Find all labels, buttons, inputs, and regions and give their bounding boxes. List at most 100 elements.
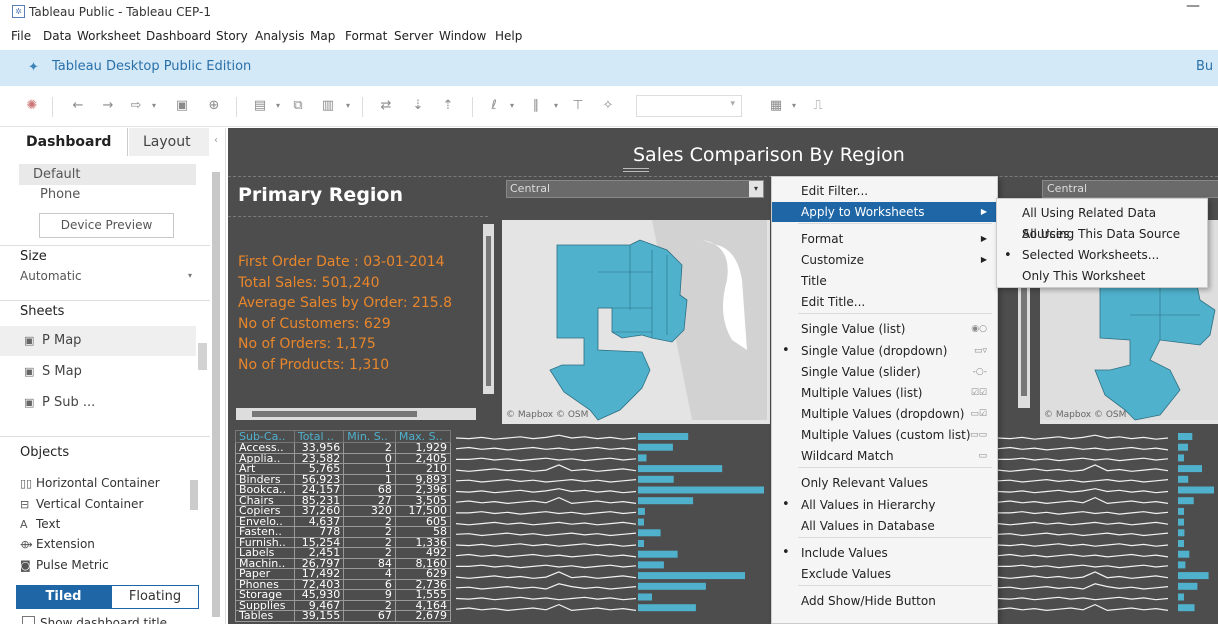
menu-worksheet[interactable]: Worksheet bbox=[77, 29, 141, 43]
object-pulse-metric[interactable]: ◙ Pulse Metric bbox=[20, 558, 109, 572]
banner-right-label[interactable]: Bu bbox=[1196, 59, 1213, 74]
sales-bar[interactable] bbox=[1178, 550, 1190, 558]
submenu-item-all-using-related-data-sources[interactable]: All Using Related Data Sources bbox=[997, 203, 1207, 241]
table-row[interactable]: Supplies 9,467 2 4,164 bbox=[235, 599, 452, 611]
menu-item-exclude-values[interactable]: Exclude Values bbox=[772, 564, 997, 584]
menu-map[interactable]: Map bbox=[310, 29, 335, 43]
scroll-thumb[interactable] bbox=[486, 236, 491, 386]
chevron-down-icon[interactable]: ▾ bbox=[188, 271, 192, 280]
table-row[interactable]: Envelo.. 4,637 2 605 bbox=[235, 515, 452, 527]
collapse-pane-icon[interactable]: ‹ bbox=[214, 135, 218, 146]
sparkline[interactable] bbox=[456, 532, 637, 537]
submenu-item-only-this-worksheet[interactable]: Only This Worksheet bbox=[997, 266, 1207, 287]
sparkline[interactable] bbox=[456, 583, 637, 590]
chevron-down-icon[interactable]: ▾ bbox=[146, 98, 162, 114]
minimize-button[interactable]: — bbox=[1186, 0, 1200, 14]
menu-item-multiple-values-custom-list[interactable]: Multiple Values (custom list) ▭▭ bbox=[772, 425, 997, 445]
sales-bar[interactable] bbox=[1178, 604, 1195, 612]
sales-bar[interactable] bbox=[638, 443, 673, 451]
objects-scrollbar[interactable] bbox=[190, 480, 198, 510]
table-row[interactable]: Access.. 33,956 2 1,929 bbox=[235, 442, 452, 454]
sales-bar[interactable] bbox=[1178, 582, 1198, 590]
pin-icon[interactable]: ✦ bbox=[28, 60, 39, 75]
menu-item-multiple-values-dropdown[interactable]: Multiple Values (dropdown) ▭☑ bbox=[772, 404, 997, 424]
sparkline[interactable] bbox=[998, 532, 1169, 537]
sparkline[interactable] bbox=[456, 446, 637, 451]
replay-icon[interactable]: ⇨ bbox=[128, 98, 144, 114]
sheet-item[interactable]: ▣ P Sub ... bbox=[0, 388, 196, 418]
menu-window[interactable]: Window bbox=[439, 29, 486, 43]
menu-data[interactable]: Data bbox=[43, 29, 72, 43]
pin-tool-icon[interactable]: ✧ bbox=[600, 98, 616, 114]
table-row[interactable]: Machin.. 26,797 84 8,160 bbox=[235, 557, 452, 569]
sparkline[interactable] bbox=[456, 603, 637, 612]
new-worksheet-icon[interactable]: ▤ bbox=[252, 98, 268, 114]
sales-bar[interactable] bbox=[638, 572, 745, 580]
sales-bar[interactable] bbox=[638, 497, 694, 505]
menu-item-include-values[interactable]: • Include Values bbox=[772, 543, 997, 563]
column-header[interactable]: Min. S.. bbox=[343, 430, 396, 443]
table-row[interactable]: Labels 2,451 2 492 bbox=[235, 547, 452, 559]
object-vertical-container[interactable]: ⊟ Vertical Container bbox=[20, 497, 143, 511]
highlight-icon[interactable]: ℓ bbox=[486, 98, 502, 114]
menu-dashboard[interactable]: Dashboard bbox=[146, 29, 211, 43]
sheet-item[interactable]: ▣ S Map bbox=[0, 357, 196, 387]
undo-icon[interactable]: ← bbox=[70, 98, 86, 114]
sort-descending-icon[interactable]: ⇡ bbox=[440, 98, 456, 114]
table-row[interactable]: Furnish.. 15,254 2 1,336 bbox=[235, 536, 452, 548]
sales-bar[interactable] bbox=[638, 529, 661, 537]
table-row[interactable]: Chairs 85,231 27 3,505 bbox=[235, 494, 452, 506]
sales-bar[interactable] bbox=[638, 465, 723, 473]
menu-item-single-value-dropdown[interactable]: • Single Value (dropdown) ▭▿ bbox=[772, 341, 997, 361]
sparkline[interactable] bbox=[456, 434, 637, 440]
column-header[interactable]: Max. S.. bbox=[394, 430, 452, 443]
menu-item-all-values-in-hierarchy[interactable]: • All Values in Hierarchy bbox=[772, 495, 997, 515]
menu-story[interactable]: Story bbox=[216, 29, 248, 43]
sales-bar[interactable] bbox=[1178, 540, 1184, 547]
sales-bar[interactable] bbox=[638, 550, 678, 558]
tableau-logo-icon[interactable]: ✺ bbox=[24, 98, 40, 114]
menu-item-edit-filter[interactable]: Edit Filter... bbox=[772, 181, 997, 201]
sales-bar[interactable] bbox=[1178, 465, 1202, 473]
group-icon[interactable]: ∥ bbox=[528, 98, 544, 114]
sparkline[interactable] bbox=[998, 496, 1169, 505]
pane-scrollbar[interactable] bbox=[212, 172, 220, 617]
sales-bar[interactable] bbox=[1178, 561, 1186, 569]
sales-bar[interactable] bbox=[1178, 529, 1185, 537]
sort-ascending-icon[interactable]: ⇣ bbox=[410, 98, 426, 114]
sales-bar[interactable] bbox=[1178, 454, 1184, 462]
presentation-icon[interactable]: ⎍ bbox=[810, 98, 826, 114]
sales-bar[interactable] bbox=[638, 475, 674, 483]
sparkline[interactable] bbox=[456, 457, 637, 462]
swap-icon[interactable]: ⇄ bbox=[378, 98, 394, 114]
menu-item-wildcard-match[interactable]: Wildcard Match ▭ bbox=[772, 446, 997, 466]
menu-item-single-value-slider[interactable]: Single Value (slider) -○- bbox=[772, 362, 997, 382]
sparkline[interactable] bbox=[456, 564, 637, 569]
chevron-down-icon[interactable]: ▾ bbox=[548, 98, 564, 114]
menu-server[interactable]: Server bbox=[394, 29, 433, 43]
new-datasource-icon[interactable]: ⊕ bbox=[206, 98, 222, 114]
duplicate-icon[interactable]: ⧉ bbox=[290, 98, 306, 114]
fit-dropdown[interactable]: ▾ bbox=[636, 95, 742, 117]
chevron-down-icon[interactable]: ▾ bbox=[340, 98, 356, 114]
sales-bar[interactable] bbox=[1178, 497, 1194, 505]
chevron-down-icon[interactable]: ▾ bbox=[504, 98, 520, 114]
sparkline[interactable] bbox=[456, 464, 637, 472]
menu-item-edit-title[interactable]: Edit Title... bbox=[772, 292, 997, 312]
menu-help[interactable]: Help bbox=[495, 29, 522, 43]
menu-item-multiple-values-list[interactable]: Multiple Values (list) ☑☑ bbox=[772, 383, 997, 403]
sales-bar[interactable] bbox=[638, 582, 706, 590]
tab-dashboard[interactable]: Dashboard bbox=[0, 128, 128, 156]
menu-file[interactable]: File bbox=[11, 29, 31, 43]
sparkline[interactable] bbox=[998, 603, 1169, 612]
sales-bar[interactable] bbox=[638, 604, 696, 612]
sparkline[interactable] bbox=[998, 543, 1169, 547]
sparkline[interactable] bbox=[456, 496, 637, 505]
sales-bar[interactable] bbox=[638, 518, 644, 526]
sparkline[interactable] bbox=[456, 521, 637, 526]
secondary-region-filter[interactable]: Central bbox=[1042, 180, 1218, 198]
sparkline[interactable] bbox=[998, 478, 1169, 483]
table-row[interactable]: Tables 39,155 67 2,679 bbox=[235, 610, 452, 622]
device-phone[interactable]: Phone bbox=[40, 187, 80, 202]
sales-bar[interactable] bbox=[1178, 507, 1184, 515]
